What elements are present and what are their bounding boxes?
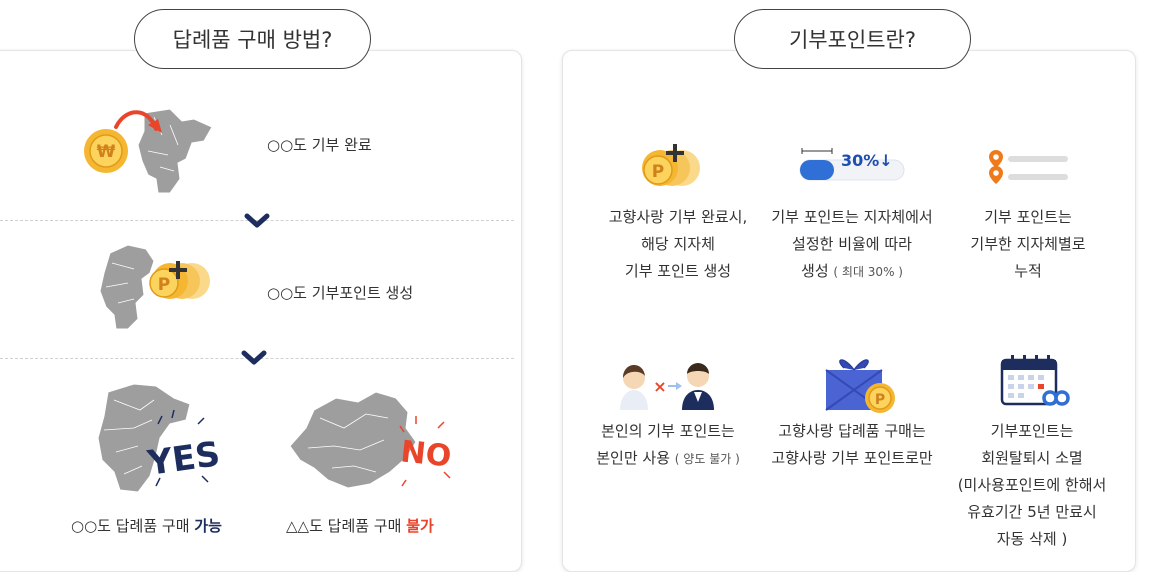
point-info-5: 고향사랑 답례품 구매는 고향사랑 기부 포인트로만 <box>771 422 933 467</box>
purchase-impossible-label: △△도 답례품 구매 불가 <box>286 517 434 535</box>
point-info-3: 기부 포인트는 기부한 지자체별로 누적 <box>970 208 1086 280</box>
yes-map-icon: YES <box>97 383 218 493</box>
point-info-2: 기부 포인트는 지자체에서 설정한 비율에 따라 생성 ( 최대 30% ) <box>771 208 933 280</box>
step-1-label: ○○도 기부 완료 <box>267 136 372 154</box>
svg-text:P: P <box>875 392 885 408</box>
gift-box-point-icon: P <box>825 359 895 413</box>
map-with-point-coin-icon: P <box>99 244 210 330</box>
location-pin-list-icon <box>989 150 1068 184</box>
donation-point-title: 기부포인트란? <box>734 9 971 69</box>
point-info-1: 고향사랑 기부 완료시, 해당 지자체 기부 포인트 생성 <box>608 208 748 280</box>
point-coin-plus-icon: P <box>642 144 700 186</box>
chevron-down-icon <box>241 350 267 365</box>
percent-badge: 30%↓ <box>841 151 893 170</box>
svg-text:×: × <box>653 377 666 396</box>
no-transfer-people-icon: × <box>620 363 714 410</box>
purchase-method-title: 답례품 구매 방법? <box>134 9 371 69</box>
point-info-4: 본인의 기부 포인트는 본인만 사용 ( 양도 불가 ) <box>596 422 740 467</box>
chevron-down-icon <box>244 213 270 228</box>
purchase-possible-label: ○○도 답례품 구매 가능 <box>71 517 222 535</box>
purchase-method-panel <box>0 50 522 572</box>
calendar-expire-icon <box>1000 355 1070 406</box>
svg-text:P: P <box>158 275 170 295</box>
svg-text:₩: ₩ <box>97 142 116 162</box>
no-map-icon: NO <box>289 391 453 489</box>
step-2-label: ○○도 기부포인트 생성 <box>267 284 414 302</box>
point-info-6: 기부포인트는 회원탈퇴시 소멸 (미사용포인트에 한해서 유효기간 5년 만료시… <box>957 422 1107 548</box>
svg-text:P: P <box>652 162 664 182</box>
coin-to-map-icon: ₩ <box>84 108 213 194</box>
no-stamp: NO <box>399 434 453 474</box>
